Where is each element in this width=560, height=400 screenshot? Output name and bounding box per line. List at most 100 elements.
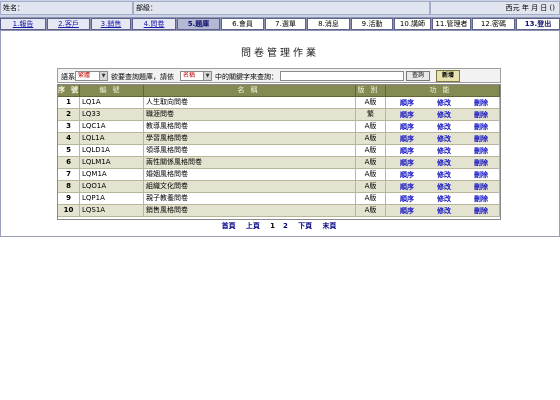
row-code: LQS1A	[80, 205, 144, 217]
page-number-link[interactable]: 2	[283, 222, 288, 230]
edit-link[interactable]: 修改	[427, 194, 461, 204]
row-num: 1	[58, 97, 80, 109]
add-questionnaire-button[interactable]: 新增	[436, 70, 460, 82]
row-category: A版	[356, 133, 386, 145]
delete-link[interactable]: 刪除	[464, 98, 498, 108]
user-info-bar: 姓名： 部級： 西元 年 月 日 ()	[0, 0, 560, 18]
row-category: A版	[356, 181, 386, 193]
row-name: 教導風格問卷	[144, 121, 356, 133]
first-page-link[interactable]: 首頁	[222, 222, 236, 230]
search-bar: 語系 繁體 ▼ 欲要查詢題庫，請依 名稱 ▼ 中的關鍵字來查詢： 查詢	[57, 68, 501, 83]
row-category: A版	[356, 205, 386, 217]
page-number-link[interactable]: 1	[270, 222, 275, 230]
language-select[interactable]: 繁體 ▼	[75, 71, 108, 81]
row-code: LQM1A	[80, 169, 144, 181]
row-num: 8	[58, 181, 80, 193]
next-page-link[interactable]: 下頁	[298, 222, 312, 230]
language-label: 語系	[61, 73, 75, 81]
table-row: 10 LQS1A 銷售風格問卷 A版 順序 修改 刪除	[58, 205, 500, 217]
row-num: 3	[58, 121, 80, 133]
row-category: A版	[356, 193, 386, 205]
nav-tab-7[interactable]: 7.選單	[265, 18, 306, 30]
delete-link[interactable]: 刪除	[464, 146, 498, 156]
nav-tab-3[interactable]: 3.銷售	[91, 18, 131, 30]
delete-link[interactable]: 刪除	[464, 122, 498, 132]
table-row: 5 LQLD1A 領導風格問卷 A版 順序 修改 刪除	[58, 145, 500, 157]
row-name: 親子教養問卷	[144, 193, 356, 205]
delete-link[interactable]: 刪除	[464, 194, 498, 204]
user-name-field: 姓名：	[0, 1, 133, 15]
department-field: 部級：	[133, 1, 430, 15]
edit-link[interactable]: 修改	[427, 122, 461, 132]
row-category: 繁	[356, 109, 386, 121]
nav-tab-12[interactable]: 12.密碼	[472, 18, 515, 30]
row-actions: 順序 修改 刪除	[386, 181, 500, 193]
page-number-list: 12	[266, 222, 292, 230]
delete-link[interactable]: 刪除	[464, 158, 498, 168]
edit-link[interactable]: 修改	[427, 182, 461, 192]
row-code: LQLD1A	[80, 145, 144, 157]
row-code: LQLM1A	[80, 157, 144, 169]
row-name: 兩性關係風格問卷	[144, 157, 356, 169]
delete-link[interactable]: 刪除	[464, 110, 498, 120]
edit-link[interactable]: 修改	[427, 206, 461, 216]
nav-tab-6[interactable]: 6.會員	[221, 18, 264, 30]
delete-link[interactable]: 刪除	[464, 182, 498, 192]
order-link[interactable]: 順序	[390, 206, 424, 216]
order-link[interactable]: 順序	[390, 158, 424, 168]
search-button[interactable]: 查詢	[406, 71, 430, 81]
nav-tab-9[interactable]: 9.活動	[351, 18, 393, 30]
edit-link[interactable]: 修改	[427, 170, 461, 180]
row-actions: 順序 修改 刪除	[386, 205, 500, 217]
nav-tab-13[interactable]: 13.登出	[516, 18, 560, 30]
delete-link[interactable]: 刪除	[464, 206, 498, 216]
row-code: LQL1A	[80, 133, 144, 145]
nav-tab-1[interactable]: 1.報告	[0, 18, 46, 30]
row-name: 學習風格問卷	[144, 133, 356, 145]
table-row: 3 LQC1A 教導風格問卷 A版 順序 修改 刪除	[58, 121, 500, 133]
last-page-link[interactable]: 末頁	[322, 222, 336, 230]
delete-link[interactable]: 刪除	[464, 170, 498, 180]
row-actions: 順序 修改 刪除	[386, 157, 500, 169]
order-link[interactable]: 順序	[390, 146, 424, 156]
nav-tab-8[interactable]: 8.消息	[307, 18, 350, 30]
nav-tab-2[interactable]: 2.客戶	[47, 18, 90, 30]
order-link[interactable]: 順序	[390, 134, 424, 144]
nav-tab-11[interactable]: 11.管理者	[432, 18, 471, 30]
row-code: LQ33	[80, 109, 144, 121]
row-num: 2	[58, 109, 80, 121]
edit-link[interactable]: 修改	[427, 134, 461, 144]
row-num: 9	[58, 193, 80, 205]
edit-link[interactable]: 修改	[427, 110, 461, 120]
order-link[interactable]: 順序	[390, 170, 424, 180]
delete-link[interactable]: 刪除	[464, 134, 498, 144]
pagination: 首頁 上頁 12 下頁 末頁	[57, 220, 501, 232]
header-code: 編號	[80, 85, 144, 97]
edit-link[interactable]: 修改	[427, 98, 461, 108]
table-row: 2 LQ33 職涯問卷繁順序 修改 刪除	[58, 109, 500, 121]
order-link[interactable]: 順序	[390, 110, 424, 120]
chevron-down-icon: ▼	[99, 72, 107, 80]
edit-link[interactable]: 修改	[427, 146, 461, 156]
order-link[interactable]: 順序	[390, 194, 424, 204]
order-link[interactable]: 順序	[390, 98, 424, 108]
main-nav-tabs: 1.報告 2.客戶 3.銷售 4.問卷 5.題庫 6.會員 7.選單 8.消息 9.活動 10.講…	[0, 18, 560, 31]
row-category: A版	[356, 145, 386, 157]
nav-tab-5[interactable]: 5.題庫	[177, 18, 220, 30]
header-name: 名稱	[144, 85, 356, 97]
row-category: A版	[356, 169, 386, 181]
prev-page-link[interactable]: 上頁	[246, 222, 260, 230]
edit-link[interactable]: 修改	[427, 158, 461, 168]
nav-tab-4[interactable]: 4.問卷	[132, 18, 176, 30]
row-code: LQP1A	[80, 193, 144, 205]
order-link[interactable]: 順序	[390, 122, 424, 132]
header-num: 序號	[58, 85, 80, 97]
row-category: A版	[356, 157, 386, 169]
field-select[interactable]: 名稱 ▼	[180, 71, 212, 81]
keyword-search-input[interactable]	[280, 71, 404, 81]
row-name: 領導風格問卷	[144, 145, 356, 157]
order-link[interactable]: 順序	[390, 182, 424, 192]
table-row: 4 LQL1A 學習風格問卷 A版 順序 修改 刪除	[58, 133, 500, 145]
nav-tab-10[interactable]: 10.講師	[394, 18, 431, 30]
row-code: LQC1A	[80, 121, 144, 133]
